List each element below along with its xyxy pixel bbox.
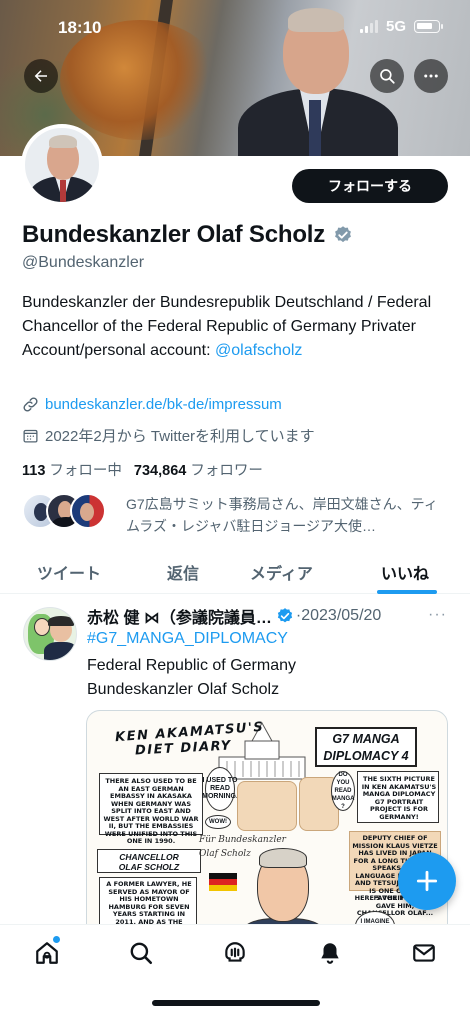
follow-counts: 113 フォロー中 734,864 フォロワー bbox=[22, 459, 263, 480]
tweet-text: Federal Republic of Germany Bundeskanzle… bbox=[87, 657, 296, 698]
join-date: 2022年2月から Twitterを利用しています bbox=[45, 428, 315, 445]
manga-caption-panel: THERE ALSO USED TO BE AN EAST GERMAN EMB… bbox=[99, 773, 203, 845]
nav-notifications[interactable] bbox=[316, 939, 344, 967]
home-notification-dot bbox=[53, 936, 60, 943]
search-button[interactable] bbox=[370, 59, 404, 93]
more-button[interactable] bbox=[414, 59, 448, 93]
manga-bubble-do-you: DO YOU READ MANGA ? bbox=[331, 771, 355, 811]
signal-icon bbox=[359, 20, 378, 33]
nav-messages[interactable] bbox=[410, 939, 438, 967]
nav-home[interactable] bbox=[33, 939, 61, 967]
verified-badge-icon[interactable] bbox=[333, 225, 353, 245]
calendar-icon bbox=[23, 429, 38, 443]
arrow-left-icon bbox=[34, 70, 47, 82]
network-label: 5G bbox=[385, 18, 406, 35]
profile-link-row: bundeskanzler.de/bk-de/impressum bbox=[22, 396, 282, 413]
known-followers-text: G7広島サミット事務局さん、岸田文雄さん、ティムラズ・レジャバ駐日ジョージア大使… bbox=[126, 496, 438, 534]
known-followers[interactable]: G7広島サミット事務局さん、岸田文雄さん、ティムラズ・レジャバ駐日ジョージア大使… bbox=[22, 493, 438, 534]
manga-background-figures bbox=[237, 781, 297, 831]
back-button[interactable] bbox=[24, 59, 58, 93]
tweet-media-image[interactable]: KEN AKAMATSU'S DIET DIARY G7 MANGA DIPLO… bbox=[86, 710, 448, 940]
manga-chancellor-label: CHANCELLOR OLAF SCHOLZ bbox=[97, 849, 201, 873]
tweet-date: ·2023/05/20 bbox=[295, 607, 382, 624]
tab-media[interactable]: メディア bbox=[250, 560, 313, 584]
known-follower-avatar bbox=[70, 493, 106, 529]
notifications-bell-icon bbox=[321, 943, 339, 964]
tab-likes[interactable]: いいね bbox=[381, 560, 429, 584]
manga-series-box: G7 MANGA DIPLOMACY 4 bbox=[315, 727, 417, 767]
profile-tabs: ツイート 返信 メディア いいね bbox=[0, 552, 470, 594]
manga-bubble-wow: WOW! bbox=[205, 815, 231, 829]
more-horizontal-icon bbox=[424, 74, 438, 78]
search-icon bbox=[130, 942, 153, 965]
profile-name-row: Bundeskanzler Olaf Scholz bbox=[22, 221, 353, 249]
spaces-icon bbox=[225, 942, 245, 962]
verified-badge-icon bbox=[277, 608, 293, 623]
profile-name: Bundeskanzler Olaf Scholz bbox=[22, 221, 326, 248]
nav-spaces[interactable] bbox=[221, 939, 249, 967]
compose-plus-icon bbox=[416, 870, 438, 892]
manga-bubble-used: I USED TO READ MORNING. bbox=[202, 767, 238, 811]
following-count-link[interactable]: 113 フォロー中 bbox=[22, 459, 122, 480]
tweet-more-button[interactable]: ··· bbox=[428, 606, 447, 624]
messages-envelope-icon bbox=[413, 944, 435, 962]
profile-handle: @Bundeskanzler bbox=[22, 254, 145, 271]
tweet-author-name[interactable]: 赤松 健 ⋈（参議院議員… bbox=[87, 604, 272, 628]
home-icon bbox=[36, 942, 58, 964]
profile-bio: Bundeskanzler der Bundesrepublik Deutsch… bbox=[22, 291, 442, 363]
bio-mention-link[interactable]: @olafscholz bbox=[215, 342, 302, 359]
battery-icon bbox=[414, 20, 443, 33]
profile-avatar[interactable] bbox=[21, 124, 103, 206]
follow-button[interactable]: フォローする bbox=[292, 169, 448, 203]
status-indicators: 5G bbox=[359, 18, 443, 35]
german-flag-icon bbox=[209, 873, 237, 891]
compose-tweet-button[interactable] bbox=[398, 852, 456, 910]
tab-replies[interactable]: 返信 bbox=[167, 560, 199, 584]
search-icon bbox=[380, 69, 395, 84]
profile-join-row: 2022年2月から Twitterを利用しています bbox=[22, 425, 315, 446]
profile-website-link[interactable]: bundeskanzler.de/bk-de/impressum bbox=[45, 396, 282, 413]
manga-caption-right: THE SIXTH PICTURE IN KEN AKAMATSU'S MANG… bbox=[357, 771, 439, 823]
tweet-header: 赤松 健 ⋈（参議院議員… ·2023/05/20 bbox=[87, 604, 417, 628]
link-icon bbox=[23, 397, 38, 412]
nav-search[interactable] bbox=[127, 939, 155, 967]
status-time: 18:10 bbox=[58, 18, 102, 37]
tab-tweets[interactable]: ツイート bbox=[37, 560, 101, 584]
home-indicator bbox=[152, 1000, 320, 1006]
active-tab-indicator bbox=[377, 590, 437, 594]
followers-count-link[interactable]: 734,864 フォロワー bbox=[134, 459, 263, 480]
tweet-hashtag-link[interactable]: #G7_MANGA_DIPLOMACY bbox=[87, 630, 288, 648]
tweet-author-avatar[interactable] bbox=[23, 607, 77, 661]
banner-autumn-leaves bbox=[60, 20, 220, 140]
